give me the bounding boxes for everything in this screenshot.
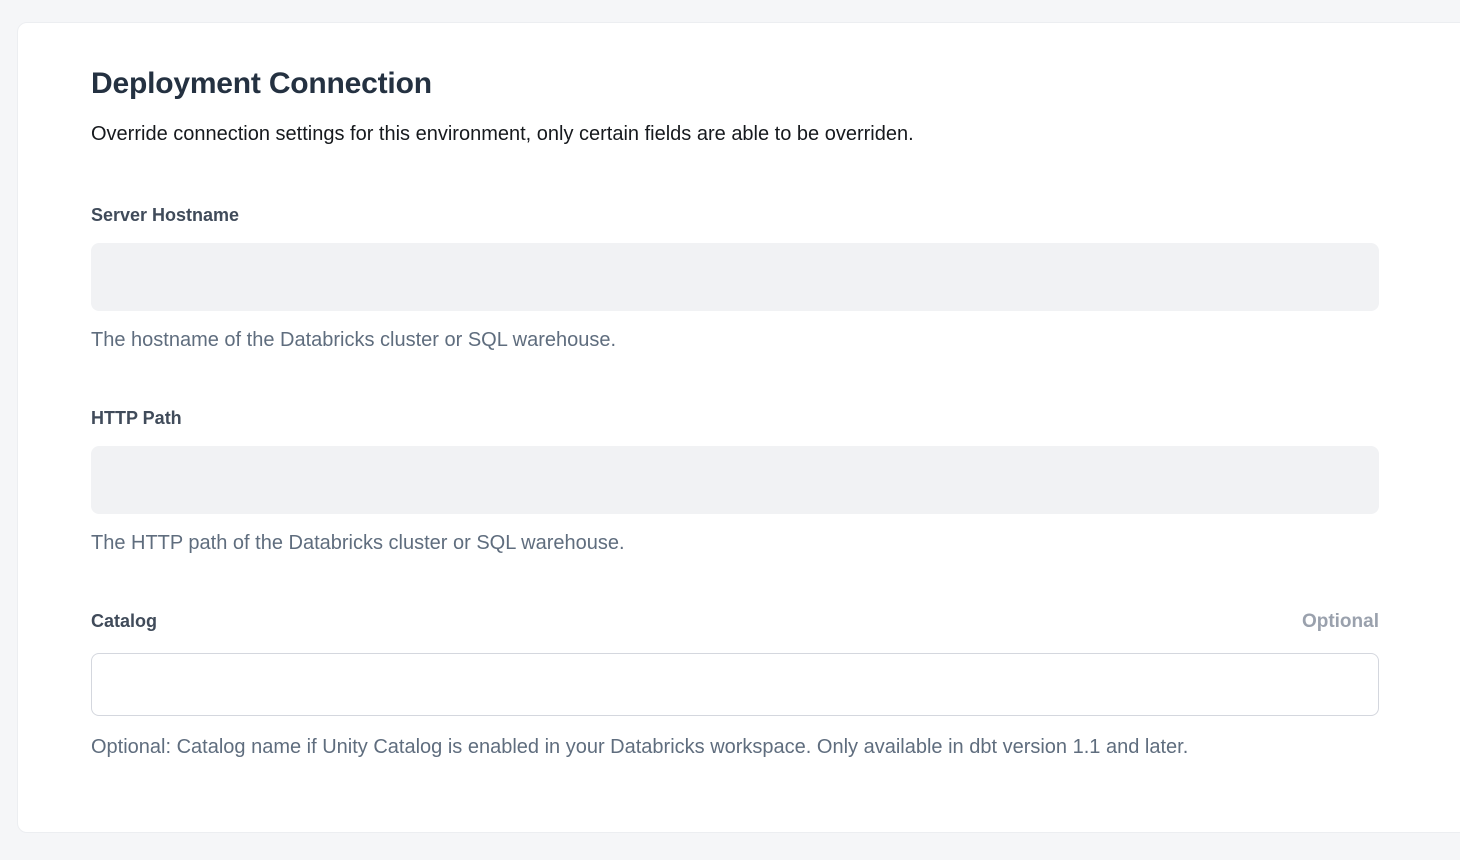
http-path-label: HTTP Path: [91, 407, 182, 429]
catalog-input[interactable]: [91, 653, 1379, 716]
field-group-http-path: HTTP Path The HTTP path of the Databrick…: [91, 407, 1379, 556]
label-row: Server Hostname: [91, 204, 1379, 226]
card-content: Deployment Connection Override connectio…: [18, 23, 1379, 760]
field-group-server-hostname: Server Hostname The hostname of the Data…: [91, 204, 1379, 353]
label-row: HTTP Path: [91, 407, 1379, 429]
page-subtitle: Override connection settings for this en…: [91, 121, 1349, 147]
http-path-helper-text: The HTTP path of the Databricks cluster …: [91, 530, 1379, 556]
catalog-helper-text: Optional: Catalog name if Unity Catalog …: [91, 734, 1379, 760]
server-hostname-helper-text: The hostname of the Databricks cluster o…: [91, 327, 1379, 353]
label-row: Catalog Optional: [91, 610, 1379, 633]
page-title: Deployment Connection: [91, 65, 1349, 103]
server-hostname-input: [91, 243, 1379, 311]
server-hostname-label: Server Hostname: [91, 204, 239, 226]
http-path-input: [91, 446, 1379, 514]
optional-badge: Optional: [1302, 611, 1379, 633]
field-group-catalog: Catalog Optional Optional: Catalog name …: [91, 610, 1379, 760]
catalog-label: Catalog: [91, 610, 157, 632]
deployment-connection-card: Deployment Connection Override connectio…: [17, 22, 1460, 833]
